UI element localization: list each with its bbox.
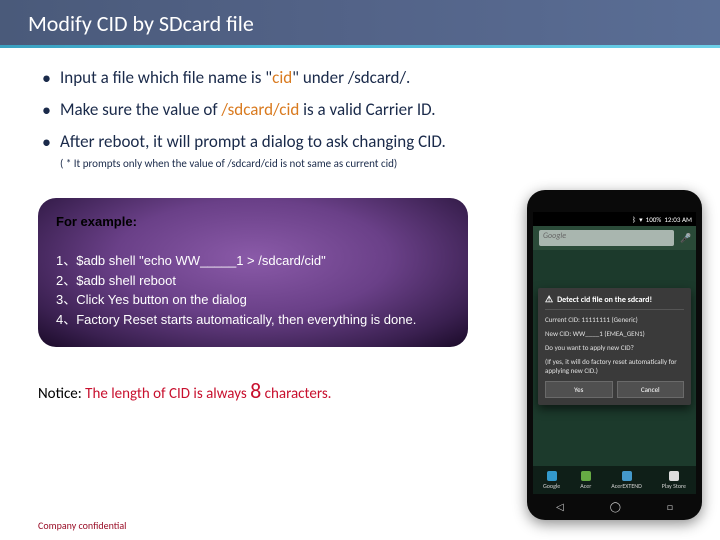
dialog-title: Detect cid file on the sdcard! [545, 294, 684, 310]
notice-text-pre: The length of CID is always [82, 385, 250, 403]
footnote: ( * It prompts only when the value of /s… [38, 157, 682, 170]
notice-eight: 8 [250, 377, 261, 404]
back-icon[interactable]: ◁ [556, 500, 564, 513]
acerextend-icon [622, 471, 632, 481]
footer-confidential: Company confidential [38, 519, 126, 532]
nav-bar: ◁ ◯ □ [533, 498, 696, 514]
dock-label: Play Store [662, 482, 686, 490]
battery-text: 100% [646, 215, 662, 224]
google-icon [547, 471, 557, 481]
example-line-3: 3、Click Yes button on the dialog [56, 292, 247, 307]
dock-item-playstore[interactable]: Play Store [662, 471, 686, 490]
dialog-hint: (If yes, it will do factory reset automa… [545, 357, 684, 375]
example-line-4: 4、Factory Reset starts automatically, th… [56, 312, 416, 327]
example-line-1: 1、$adb shell "echo WW_____1 > /sdcard/ci… [56, 253, 326, 268]
cid-highlight: cid [272, 67, 292, 88]
yes-button[interactable]: Yes [545, 381, 613, 398]
phone-screen: ᛒ ▾ 100% 12:03 AM Google 🎤 Detect cid fi… [533, 212, 696, 494]
bullet-3: After reboot, it will prompt a dialog to… [38, 130, 682, 154]
dock-label: AcerEXTEND [611, 482, 642, 490]
wallpaper-area [533, 250, 696, 284]
dialog-title-text: Detect cid file on the sdcard! [557, 295, 652, 305]
bullet-2: Make sure the value of /sdcard/cid is a … [38, 98, 682, 122]
example-heading: For example: [56, 214, 137, 229]
status-bar: ᛒ ▾ 100% 12:03 AM [533, 212, 696, 226]
text: is a valid Carrier ID. [299, 99, 435, 120]
bullet-list: Input a file which file name is "cid" un… [38, 66, 682, 153]
example-line-2: 2、$adb shell reboot [56, 273, 176, 288]
bluetooth-icon: ᛒ [632, 215, 636, 224]
cancel-button[interactable]: Cancel [617, 381, 685, 398]
search-row: Google 🎤 [533, 226, 696, 250]
text: Make sure the value of [60, 99, 221, 120]
phone-mockup: ᛒ ▾ 100% 12:03 AM Google 🎤 Detect cid fi… [527, 190, 702, 520]
playstore-icon [669, 471, 679, 481]
dialog-new-cid: New CID: WW____1 (EMEA_GEN1) [545, 329, 684, 338]
wifi-icon: ▾ [639, 215, 643, 224]
dialog-question: Do you want to apply new CID? [545, 343, 684, 352]
text: Input a file which file name is " [60, 67, 272, 88]
home-icon[interactable]: ◯ [610, 500, 621, 513]
cid-dialog: Detect cid file on the sdcard! Current C… [538, 288, 691, 405]
slide-title: Modify CID by SDcard file [0, 0, 720, 45]
mic-icon[interactable]: 🎤 [680, 233, 690, 243]
bullet-1: Input a file which file name is "cid" un… [38, 66, 682, 90]
recent-icon[interactable]: □ [667, 500, 673, 513]
dialog-current-cid: Current CID: 11111111 (Generic) [545, 315, 684, 324]
dock: Google Acer AcerEXTEND Play Store [533, 466, 696, 494]
search-input[interactable]: Google [539, 230, 674, 246]
example-box: For example: 1、$adb shell "echo WW_____1… [38, 198, 468, 347]
notice-text-post: characters. [261, 385, 331, 403]
acer-icon [581, 471, 591, 481]
path-highlight: /sdcard/cid [221, 99, 299, 120]
notice-label: Notice: [38, 385, 82, 403]
dock-label: Acer [580, 482, 591, 490]
dock-item-acer[interactable]: Acer [580, 471, 591, 490]
dock-item-google[interactable]: Google [543, 471, 560, 490]
text: " under /sdcard/. [292, 67, 410, 88]
dock-label: Google [543, 482, 560, 490]
dock-item-acerextend[interactable]: AcerEXTEND [611, 471, 642, 490]
clock-text: 12:03 AM [664, 215, 692, 224]
